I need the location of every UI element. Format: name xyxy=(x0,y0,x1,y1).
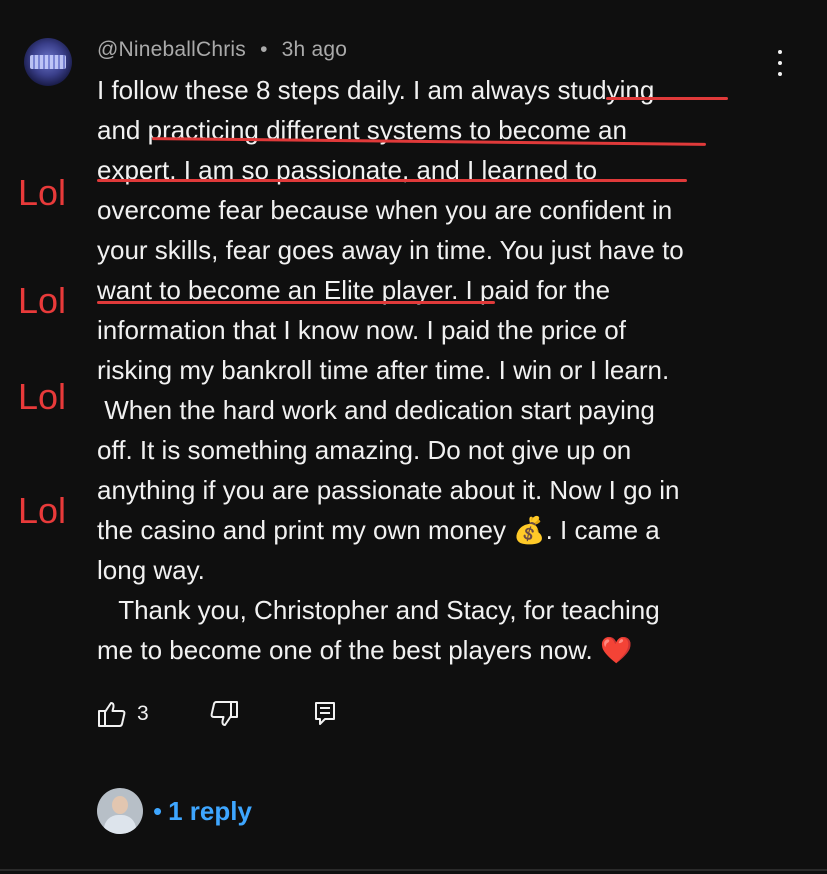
like-button[interactable]: 3 xyxy=(97,700,149,728)
comment-timestamp[interactable]: 3h ago xyxy=(282,38,347,61)
comment-line: me to become one of the best players now… xyxy=(97,635,633,665)
reply-button[interactable] xyxy=(313,700,337,726)
lol-annotation: Lol xyxy=(18,280,67,321)
reply-avatar xyxy=(97,788,143,834)
author-avatar[interactable] xyxy=(24,38,72,86)
comment-line: your skills, fear goes away in time. You… xyxy=(97,235,684,265)
comment-reply-icon xyxy=(315,702,335,725)
comment-line: anything if you are passionate about it.… xyxy=(97,475,680,505)
lol-annotation: Lol xyxy=(18,172,67,213)
like-count: 3 xyxy=(137,702,149,725)
comment-line: When the hard work and dedication start … xyxy=(97,395,655,425)
menu-dot xyxy=(778,61,782,65)
replies-link[interactable]: • 1 reply xyxy=(153,796,252,827)
thumbs-down-icon xyxy=(210,701,238,726)
comment-line: Thank you, Christopher and Stacy, for te… xyxy=(97,595,660,625)
comment-line: information that I know now. I paid the … xyxy=(97,315,626,345)
author-handle[interactable]: @NineballChris xyxy=(97,38,246,61)
comment-line: I follow these 8 steps daily. I am alway… xyxy=(97,75,655,105)
replies-toggle[interactable]: • 1 reply xyxy=(97,788,252,834)
reply-separator: • xyxy=(153,795,163,826)
comment-line: expert. I am so passionate, and I learne… xyxy=(97,155,598,185)
lol-annotation: Lol xyxy=(18,490,67,531)
underline-annotation xyxy=(97,301,495,304)
header-separator: • xyxy=(260,38,268,61)
avatar-torso xyxy=(104,815,136,834)
comment-line: risking my bankroll time after time. I w… xyxy=(97,355,670,385)
avatar-pattern xyxy=(30,55,66,69)
divider xyxy=(0,869,827,871)
comment-line: off. It is something amazing. Do not giv… xyxy=(97,435,632,465)
dislike-button[interactable] xyxy=(209,700,239,728)
underline-annotation xyxy=(606,97,728,100)
underline-annotation xyxy=(97,179,687,182)
comment-body: I follow these 8 steps daily. I am alway… xyxy=(97,70,777,670)
comment-line: overcome fear because when you are confi… xyxy=(97,195,673,225)
avatar-head xyxy=(112,796,128,814)
comment-header: @NineballChris • 3h ago xyxy=(97,38,347,62)
lol-annotation: Lol xyxy=(18,376,67,417)
menu-dot xyxy=(778,72,782,76)
replies-count-label: 1 reply xyxy=(168,795,252,826)
menu-dot xyxy=(778,50,782,54)
comment-line: long way. xyxy=(97,555,205,585)
comment-line: the casino and print my own money 💰. I c… xyxy=(97,515,660,545)
thumbs-up-icon xyxy=(98,702,126,727)
comment-line: want to become an Elite player. I paid f… xyxy=(97,275,611,305)
